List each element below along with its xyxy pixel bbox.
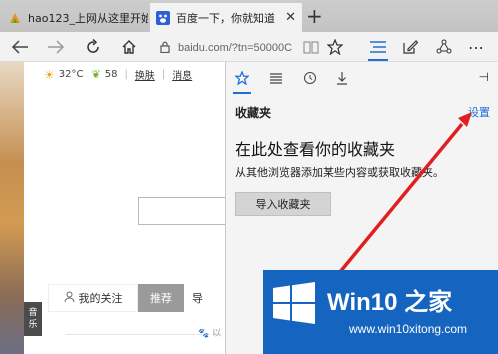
share-icon[interactable] xyxy=(434,37,454,57)
back-arrow-icon[interactable] xyxy=(10,37,30,57)
address-url: baidu.com/?tn=50000C xyxy=(178,42,293,54)
paw-icon: 🐾 xyxy=(198,329,210,339)
favorites-star-icon[interactable] xyxy=(230,66,254,94)
hub-section-title: 收藏夹 xyxy=(235,106,272,120)
new-tab-icon[interactable]: + xyxy=(306,4,323,28)
page-background-strip xyxy=(0,62,24,354)
temperature: 32°C xyxy=(58,69,84,80)
watermark-url: www.win10xitong.com xyxy=(349,322,468,336)
hub-icon[interactable] xyxy=(368,37,388,57)
music-button[interactable]: 音乐 xyxy=(24,302,42,336)
empty-description: 从其他浏览器添加某些内容或获取收藏夹。 xyxy=(235,166,444,179)
reading-view-icon[interactable] xyxy=(301,37,321,57)
tab-baidu[interactable]: 百度一下，你就知道 ✕ xyxy=(150,3,302,32)
tab-hao123[interactable]: hao123_上网从这里开始 xyxy=(0,3,148,32)
import-favorites-button[interactable]: 导入收藏夹 xyxy=(235,192,331,216)
web-page: ☀ 32°C ❦ 58 | 换肤 | 消息 我的关注 推荐 导 音乐 🐾 以 xyxy=(0,62,228,354)
baidu-favicon-icon xyxy=(156,10,170,25)
tab-title: 百度一下，你就知道 xyxy=(176,11,275,25)
search-input[interactable] xyxy=(138,197,228,225)
tab-my-follow[interactable]: 我的关注 xyxy=(48,284,138,312)
tab-label: 我的关注 xyxy=(78,292,123,305)
watermark-banner: Win10 之家 www.win10xitong.com xyxy=(263,270,498,354)
hub-tabs: ⊣ xyxy=(226,62,498,94)
downloads-icon[interactable] xyxy=(330,66,354,90)
settings-link[interactable]: 设置 xyxy=(468,104,490,120)
navigation-bar: baidu.com/?tn=50000C ⋯ xyxy=(0,32,498,62)
messages-link[interactable]: 消息 xyxy=(172,67,192,82)
footer-hint: 🐾 以 xyxy=(198,329,222,339)
sun-icon: ☀ xyxy=(44,67,55,82)
feed-tabs: 我的关注 推荐 导 xyxy=(48,284,224,312)
windows-logo-icon xyxy=(273,282,315,324)
forward-arrow-icon[interactable] xyxy=(46,37,66,57)
tab-navigation[interactable]: 导 xyxy=(184,284,224,312)
air-quality-icon: ❦ xyxy=(91,68,101,81)
more-icon[interactable]: ⋯ xyxy=(466,37,486,57)
watermark-brand: Win10 之家 xyxy=(327,289,453,316)
empty-heading: 在此处查看你的收藏夹 xyxy=(235,140,396,159)
close-tab-icon[interactable]: ✕ xyxy=(285,10,296,25)
weather-widget[interactable]: ☀ 32°C ❦ 58 | 换肤 | 消息 xyxy=(44,67,192,83)
history-icon[interactable] xyxy=(298,66,322,90)
hub-active-indicator xyxy=(368,59,388,61)
divider xyxy=(66,334,206,335)
address-bar[interactable]: baidu.com/?tn=50000C xyxy=(160,39,308,57)
refresh-icon[interactable] xyxy=(83,37,103,57)
hao123-favicon-icon xyxy=(10,12,20,23)
web-note-icon[interactable] xyxy=(400,37,420,57)
tab-recommend[interactable]: 推荐 xyxy=(138,284,184,312)
pin-icon[interactable]: ⊣ xyxy=(479,70,489,84)
star-icon[interactable] xyxy=(325,37,345,57)
user-icon xyxy=(64,291,75,305)
home-icon[interactable] xyxy=(119,37,139,57)
tab-strip: hao123_上网从这里开始 百度一下，你就知道 ✕ + xyxy=(0,0,498,32)
lock-icon xyxy=(160,41,170,56)
air-quality-value: 58 xyxy=(104,69,118,80)
tab-title: hao123_上网从这里开始 xyxy=(28,11,148,25)
reading-list-icon[interactable] xyxy=(264,66,288,90)
change-skin-link[interactable]: 换肤 xyxy=(135,67,155,82)
music-label: 音乐 xyxy=(28,308,38,330)
